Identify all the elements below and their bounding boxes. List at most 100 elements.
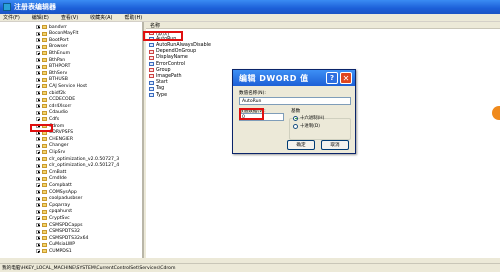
value-name-field[interactable]: AutoRun xyxy=(239,97,351,105)
tree-item[interactable]: COMSysApp xyxy=(36,189,77,195)
value-row[interactable]: Group xyxy=(149,67,171,73)
help-button[interactable]: ? xyxy=(326,72,338,84)
expand-icon[interactable] xyxy=(36,110,40,115)
expand-icon[interactable] xyxy=(36,203,40,208)
expand-icon[interactable] xyxy=(36,223,40,227)
value-name: Start xyxy=(156,80,168,86)
expand-icon[interactable] xyxy=(36,117,40,122)
expand-icon[interactable] xyxy=(36,91,40,95)
value-row[interactable]: DisplayName xyxy=(149,55,188,61)
value-row[interactable]: Tag xyxy=(149,86,164,92)
tree-item[interactable]: CCDECODE xyxy=(36,97,75,103)
expand-icon[interactable] xyxy=(36,236,40,241)
cancel-button[interactable]: 取消 xyxy=(321,140,349,150)
expand-icon[interactable] xyxy=(36,25,40,29)
expand-icon[interactable] xyxy=(36,176,40,181)
tree-item[interactable]: cdr4Xsorr xyxy=(36,103,71,109)
tree-item[interactable]: CAJ Service Host xyxy=(36,83,87,89)
expand-icon[interactable] xyxy=(36,51,40,56)
expand-icon[interactable] xyxy=(36,190,40,194)
tree-item[interactable]: clr_optimization_v2.0.50727_3 xyxy=(36,156,119,162)
value-name: Group xyxy=(156,67,171,73)
tree-item[interactable]: Cdfs xyxy=(36,116,59,122)
expand-icon[interactable] xyxy=(36,242,40,247)
tree-item-label: CSMSPDTS32 xyxy=(49,229,80,235)
tree-item[interactable]: BoconMayFlt xyxy=(36,31,78,37)
dec-radio[interactable] xyxy=(293,123,298,129)
tree-item[interactable]: Cdaudio xyxy=(36,110,68,116)
value-row[interactable]: AutoRunAlwaysDisable xyxy=(149,42,211,48)
expand-icon[interactable] xyxy=(36,97,40,102)
menu-file[interactable]: 文件(F) xyxy=(3,14,20,21)
tree-item[interactable]: CmdIde xyxy=(36,176,67,182)
tree-item[interactable]: CSMSPDCapps xyxy=(36,222,83,228)
tree-item[interactable]: BTHUSB xyxy=(36,77,68,83)
expand-icon[interactable] xyxy=(36,44,40,49)
registry-tree[interactable]: bandvrr BoconMayFlt BootPort Browser BthEnum… xyxy=(0,22,144,258)
tree-item[interactable]: Compbatt xyxy=(36,182,72,188)
expand-icon[interactable] xyxy=(36,216,40,221)
tree-item[interactable]: CHENGIER xyxy=(36,136,73,142)
hex-radio[interactable] xyxy=(293,115,298,121)
tree-item[interactable]: BthServ xyxy=(36,70,67,76)
ok-button[interactable]: 确定 xyxy=(287,140,315,150)
tree-item[interactable]: CUMPDS1 xyxy=(36,248,72,254)
folder-icon xyxy=(42,44,47,49)
close-button[interactable]: ✕ xyxy=(340,72,352,84)
expand-icon[interactable] xyxy=(36,249,40,254)
tree-item[interactable]: cbidf2k xyxy=(36,90,66,96)
expand-icon[interactable] xyxy=(36,163,40,168)
expand-icon[interactable] xyxy=(36,137,40,142)
expand-icon[interactable] xyxy=(36,64,40,69)
value-row[interactable]: Start xyxy=(149,80,168,86)
tree-item[interactable]: ClipSrv xyxy=(36,149,65,155)
tree-item[interactable]: Changer xyxy=(36,143,68,149)
expand-icon[interactable] xyxy=(36,143,40,148)
expand-icon[interactable] xyxy=(36,196,40,201)
tree-item[interactable]: CuMsiaLWP xyxy=(36,242,75,248)
dec-option[interactable]: 十进制(D) xyxy=(293,123,320,129)
value-row[interactable]: DependOnGroup xyxy=(149,49,196,55)
folder-icon xyxy=(42,104,47,109)
expand-icon[interactable] xyxy=(36,71,40,76)
expand-icon[interactable] xyxy=(36,58,40,62)
tree-item[interactable]: clr_optimization_v2.0.50127_4 xyxy=(36,163,119,169)
tree-item[interactable]: BthEnum xyxy=(36,50,70,56)
tree-item[interactable]: BootPort xyxy=(36,37,69,43)
expand-icon[interactable] xyxy=(36,229,40,234)
expand-icon[interactable] xyxy=(36,77,40,82)
expand-icon[interactable] xyxy=(36,31,40,36)
tree-item[interactable]: CmBatt xyxy=(36,169,66,175)
tree-item[interactable]: BTHPORT xyxy=(36,64,70,70)
expand-icon[interactable] xyxy=(36,84,40,89)
expand-icon[interactable] xyxy=(36,209,40,214)
hex-option[interactable]: 十六进制(H) xyxy=(293,115,324,121)
expand-icon[interactable] xyxy=(36,183,40,188)
tree-item[interactable]: bandvrr xyxy=(36,24,67,30)
menu-favorites[interactable]: 收藏夹(A) xyxy=(90,14,112,21)
expand-icon[interactable] xyxy=(36,150,40,155)
tree-item[interactable]: Cpqarray xyxy=(36,202,70,208)
tree-item[interactable]: BthPan xyxy=(36,57,65,63)
value-row[interactable]: ImagePath xyxy=(149,73,182,79)
dword-value-icon xyxy=(149,86,154,91)
column-header[interactable]: 名称 xyxy=(146,22,500,29)
value-row[interactable]: ErrorControl xyxy=(149,61,185,67)
expand-icon[interactable] xyxy=(36,170,40,175)
menu-edit[interactable]: 编辑(E) xyxy=(32,14,49,21)
tree-item[interactable]: CryptSvc xyxy=(36,215,70,221)
menu-view[interactable]: 查看(V) xyxy=(61,14,78,21)
folder-icon xyxy=(42,229,47,234)
tree-item-label: bandvrr xyxy=(49,24,67,30)
tree-item[interactable]: cpqahurst xyxy=(36,209,72,215)
tree-item[interactable]: Browser xyxy=(36,44,68,50)
tree-item[interactable]: coolpadusbser xyxy=(36,196,82,202)
tree-item[interactable]: CSMSPDTS32x64 xyxy=(36,235,88,241)
tree-item[interactable]: CSMSPDTS32 xyxy=(36,229,80,235)
side-widget[interactable] xyxy=(492,106,500,120)
expand-icon[interactable] xyxy=(36,104,40,109)
expand-icon[interactable] xyxy=(36,38,40,43)
value-row[interactable]: Type xyxy=(149,92,167,98)
expand-icon[interactable] xyxy=(36,157,40,161)
menu-help[interactable]: 帮助(H) xyxy=(125,14,143,21)
